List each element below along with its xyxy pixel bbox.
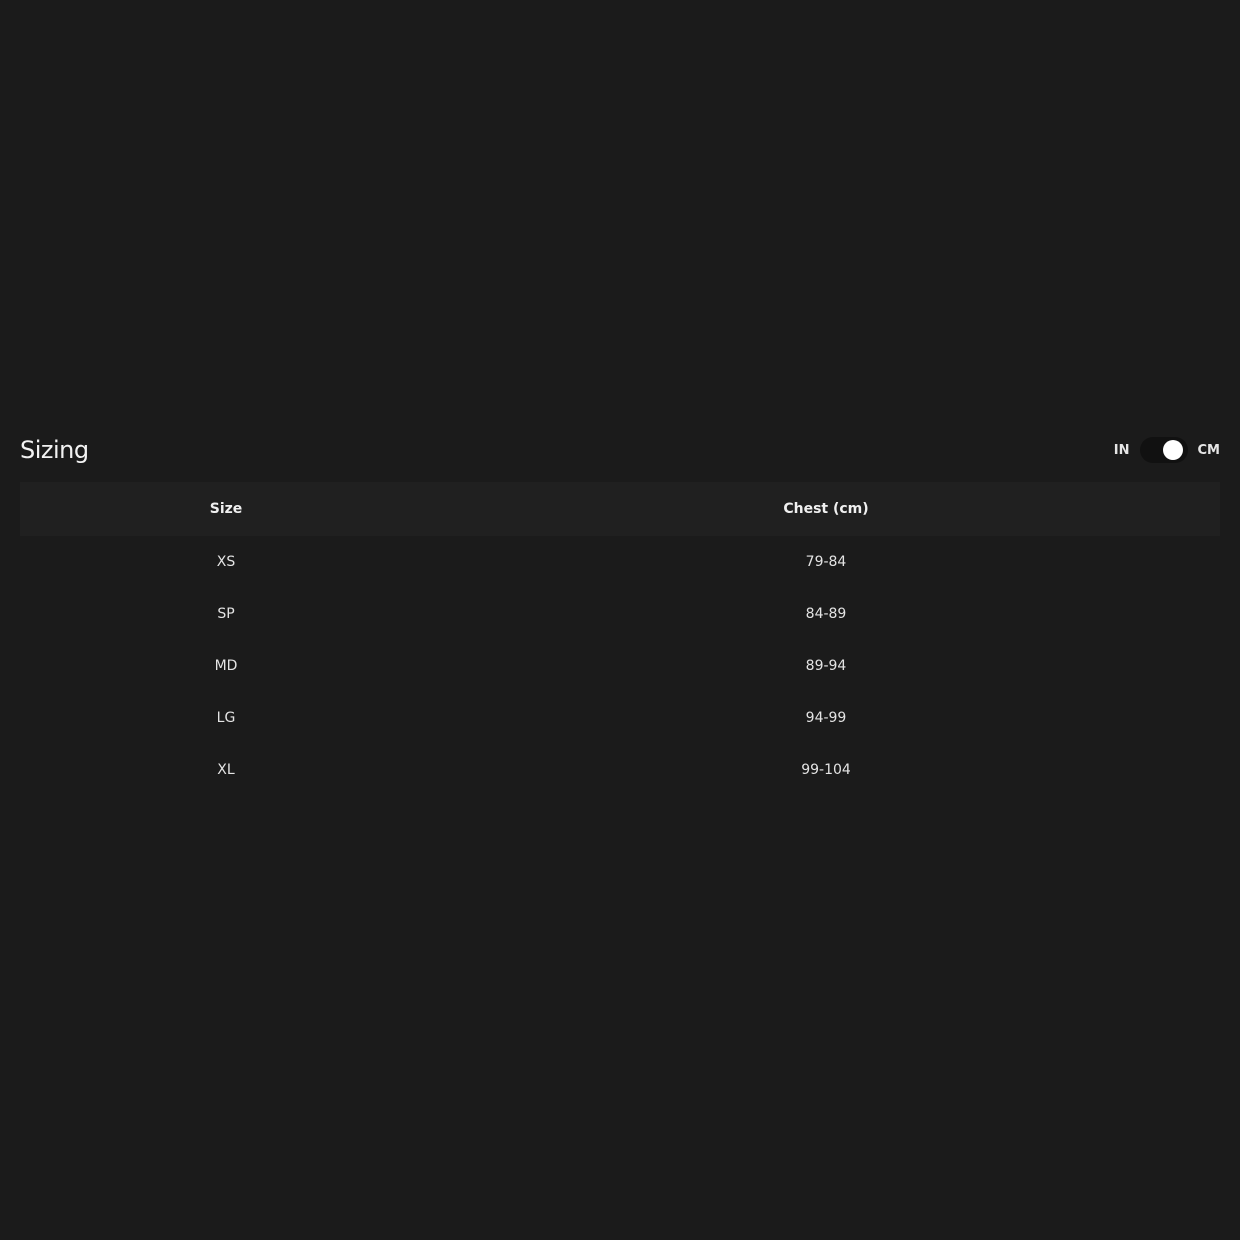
cell-chest: 99-104 (801, 762, 851, 778)
cell-chest: 89-94 (805, 658, 847, 674)
table-row: MD 89-94 (20, 640, 1220, 692)
unit-switch[interactable] (1139, 437, 1188, 463)
unit-toggle: IN CM (1114, 437, 1220, 463)
table-row: LG 94-99 (20, 692, 1220, 744)
switch-knob (1162, 440, 1183, 460)
header-chest: Chest (cm) (783, 501, 869, 517)
sizing-header: Sizing IN CM (20, 428, 1220, 472)
unit-label-cm[interactable]: CM (1198, 443, 1220, 458)
cell-size: MD (214, 658, 238, 674)
cell-chest: 94-99 (805, 710, 847, 726)
size-table: Size Chest (cm) XS 79-84 SP 84-89 MD 89-… (20, 482, 1220, 796)
header-size: Size (209, 501, 243, 517)
sizing-panel: Sizing IN CM Size Chest (cm) XS 79-84 SP… (0, 400, 1240, 815)
cell-chest: 79-84 (805, 554, 847, 570)
cell-size: XL (217, 762, 235, 778)
cell-size: LG (216, 710, 236, 726)
cell-size: SP (217, 606, 235, 622)
table-header-row: Size Chest (cm) (20, 482, 1220, 536)
cell-size: XS (216, 554, 236, 570)
table-row: XL 99-104 (20, 744, 1220, 796)
table-row: SP 84-89 (20, 588, 1220, 640)
sizing-title: Sizing (20, 436, 89, 464)
unit-label-in[interactable]: IN (1114, 443, 1130, 458)
table-row: XS 79-84 (20, 536, 1220, 588)
cell-chest: 84-89 (805, 606, 847, 622)
